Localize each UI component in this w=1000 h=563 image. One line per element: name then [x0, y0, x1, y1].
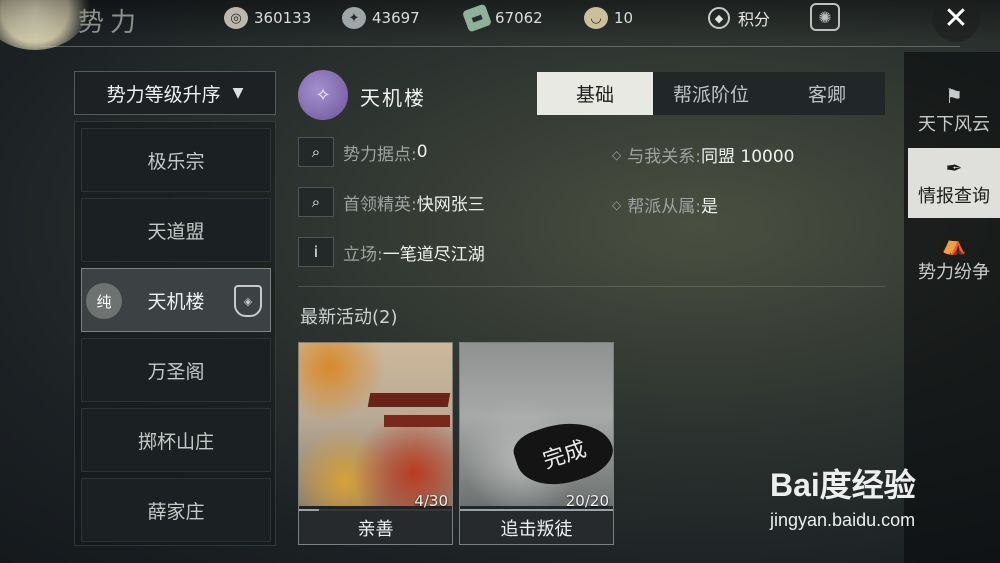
faction-list[interactable]: 极乐宗 天道盟 纯 天机楼 ◈ 万圣阁 掷杯山庄 薛家庄 [74, 121, 276, 546]
affiliation-row: ◇ 帮派从属: 是 [612, 192, 718, 217]
sidebar-item-label: 情报查询 [918, 186, 990, 207]
sidebar-item-intel[interactable]: ✒ 情报查询 [908, 148, 1000, 218]
page-title: 势力 [78, 8, 143, 38]
diamond-bullet-icon: ◇ [612, 197, 622, 212]
diamond-bullet-icon: ◇ [612, 147, 622, 162]
affiliation-label: 帮派从属: [627, 197, 701, 217]
section-divider [298, 286, 885, 287]
banner-icon: ⚑ [945, 84, 963, 108]
coin-icon: ◎ [224, 7, 248, 29]
watermark-site: jingyan.baidu.com [770, 510, 916, 530]
tab-guest[interactable]: 客卿 [769, 72, 885, 115]
faction-item-label: 极乐宗 [147, 150, 205, 173]
faction-item-label: 天道盟 [147, 220, 205, 243]
bowl-icon: ◡ [584, 7, 608, 29]
faction-item[interactable]: 掷杯山庄 [81, 408, 271, 472]
stronghold-label: 势力据点: [343, 144, 417, 165]
title-divider [0, 40, 1000, 52]
stance-row: i 立场: 一笔道尽江湖 [298, 237, 485, 267]
faction-item-label: 天机楼 [147, 290, 205, 313]
faction-item-label: 薛家庄 [147, 500, 205, 523]
shield-icon: ◆ [708, 7, 730, 29]
sidebar-item-world[interactable]: ⚑ 天下风云 [908, 76, 1000, 146]
faction-item-label: 万圣阁 [147, 360, 205, 383]
pure-tag-badge: 纯 [86, 283, 122, 319]
activity-card[interactable]: 4/30 亲善 [298, 342, 453, 545]
leader-value: 快网张三 [416, 194, 485, 215]
relation-row: ◇ 与我关系: 同盟 10000 [612, 142, 794, 167]
stronghold-value: 0 [416, 142, 428, 162]
stance-value: 一笔道尽江湖 [382, 244, 485, 265]
info-icon[interactable]: i [298, 237, 334, 267]
search-icon[interactable]: ⌕ [298, 137, 334, 167]
activity-label: 亲善 [299, 511, 452, 544]
leader-label: 首领精英: [343, 194, 417, 215]
faction-item[interactable]: 薛家庄 [81, 478, 271, 542]
resource-coin: ◎ 360133 [224, 6, 311, 30]
activity-progress-text: 4/30 [414, 492, 448, 510]
faction-item-label: 掷杯山庄 [137, 430, 214, 453]
camp-icon: ⛺ [941, 232, 967, 256]
points-button[interactable]: ◆ 积分 [708, 6, 770, 30]
affiliation-value: 是 [700, 197, 718, 217]
coin-value: 360133 [254, 9, 312, 27]
constellation-emblem-icon: ✧ [298, 70, 348, 120]
quill-icon: ✒ [945, 156, 963, 180]
relation-value: 同盟 10000 [700, 147, 795, 167]
sidebar-item-conflict[interactable]: ⛺ 势力纷争 [908, 224, 1000, 294]
faction-item[interactable]: 天道盟 [81, 198, 271, 262]
activity-art-image: 完成 [460, 343, 613, 506]
chevron-down-icon: ▼ [232, 85, 244, 101]
silver-value: 43697 [372, 9, 420, 27]
search-icon[interactable]: ⌕ [298, 187, 334, 217]
leader-row: ⌕ 首领精英: 快网张三 [298, 187, 485, 217]
stance-label: 立场: [343, 244, 383, 265]
tab-gang-rank[interactable]: 帮派阶位 [653, 72, 769, 115]
resource-silver: ✦ 43697 [342, 6, 420, 30]
relation-label: 与我关系: [627, 147, 701, 167]
sidebar-item-label: 势力纷争 [918, 262, 990, 283]
faction-name: 天机楼 [360, 86, 426, 110]
sort-dropdown[interactable]: 势力等级升序 ▼ [74, 71, 276, 115]
jade-icon: ▬ [461, 3, 493, 33]
bowl-value: 10 [614, 9, 634, 27]
sidebar-item-label: 天下风云 [918, 114, 990, 135]
faction-item[interactable]: 极乐宗 [81, 128, 271, 192]
stronghold-row: ⌕ 势力据点: 0 [298, 137, 428, 167]
silver-icon: ✦ [342, 7, 366, 29]
tab-basic[interactable]: 基础 [537, 72, 653, 115]
jade-value: 67062 [495, 9, 543, 27]
resource-bowl: ◡ 10 [584, 6, 633, 30]
activity-title: 最新活动(2) [300, 307, 398, 328]
points-label: 积分 [738, 10, 771, 29]
faction-item[interactable]: 万圣阁 [81, 338, 271, 402]
scroll-icon[interactable]: ✺ [810, 3, 840, 31]
activity-card[interactable]: 完成 20/20 追击叛徒 [459, 342, 614, 545]
complete-stamp: 完成 [509, 409, 613, 497]
faction-item-selected[interactable]: 纯 天机楼 ◈ [81, 268, 271, 332]
activity-art-image [299, 343, 452, 506]
sort-label: 势力等级升序 [106, 83, 221, 106]
tab-bar: 基础 帮派阶位 客卿 [537, 72, 885, 115]
activity-progress-text: 20/20 [565, 492, 609, 510]
watermark-brand: Bai度经验 [770, 467, 916, 503]
activity-label: 追击叛徒 [460, 511, 613, 544]
watermark: Bai度经验 jingyan.baidu.com [770, 460, 990, 550]
crest-icon: ◈ [234, 285, 262, 317]
resource-jade: ▬ 67062 [461, 3, 543, 33]
